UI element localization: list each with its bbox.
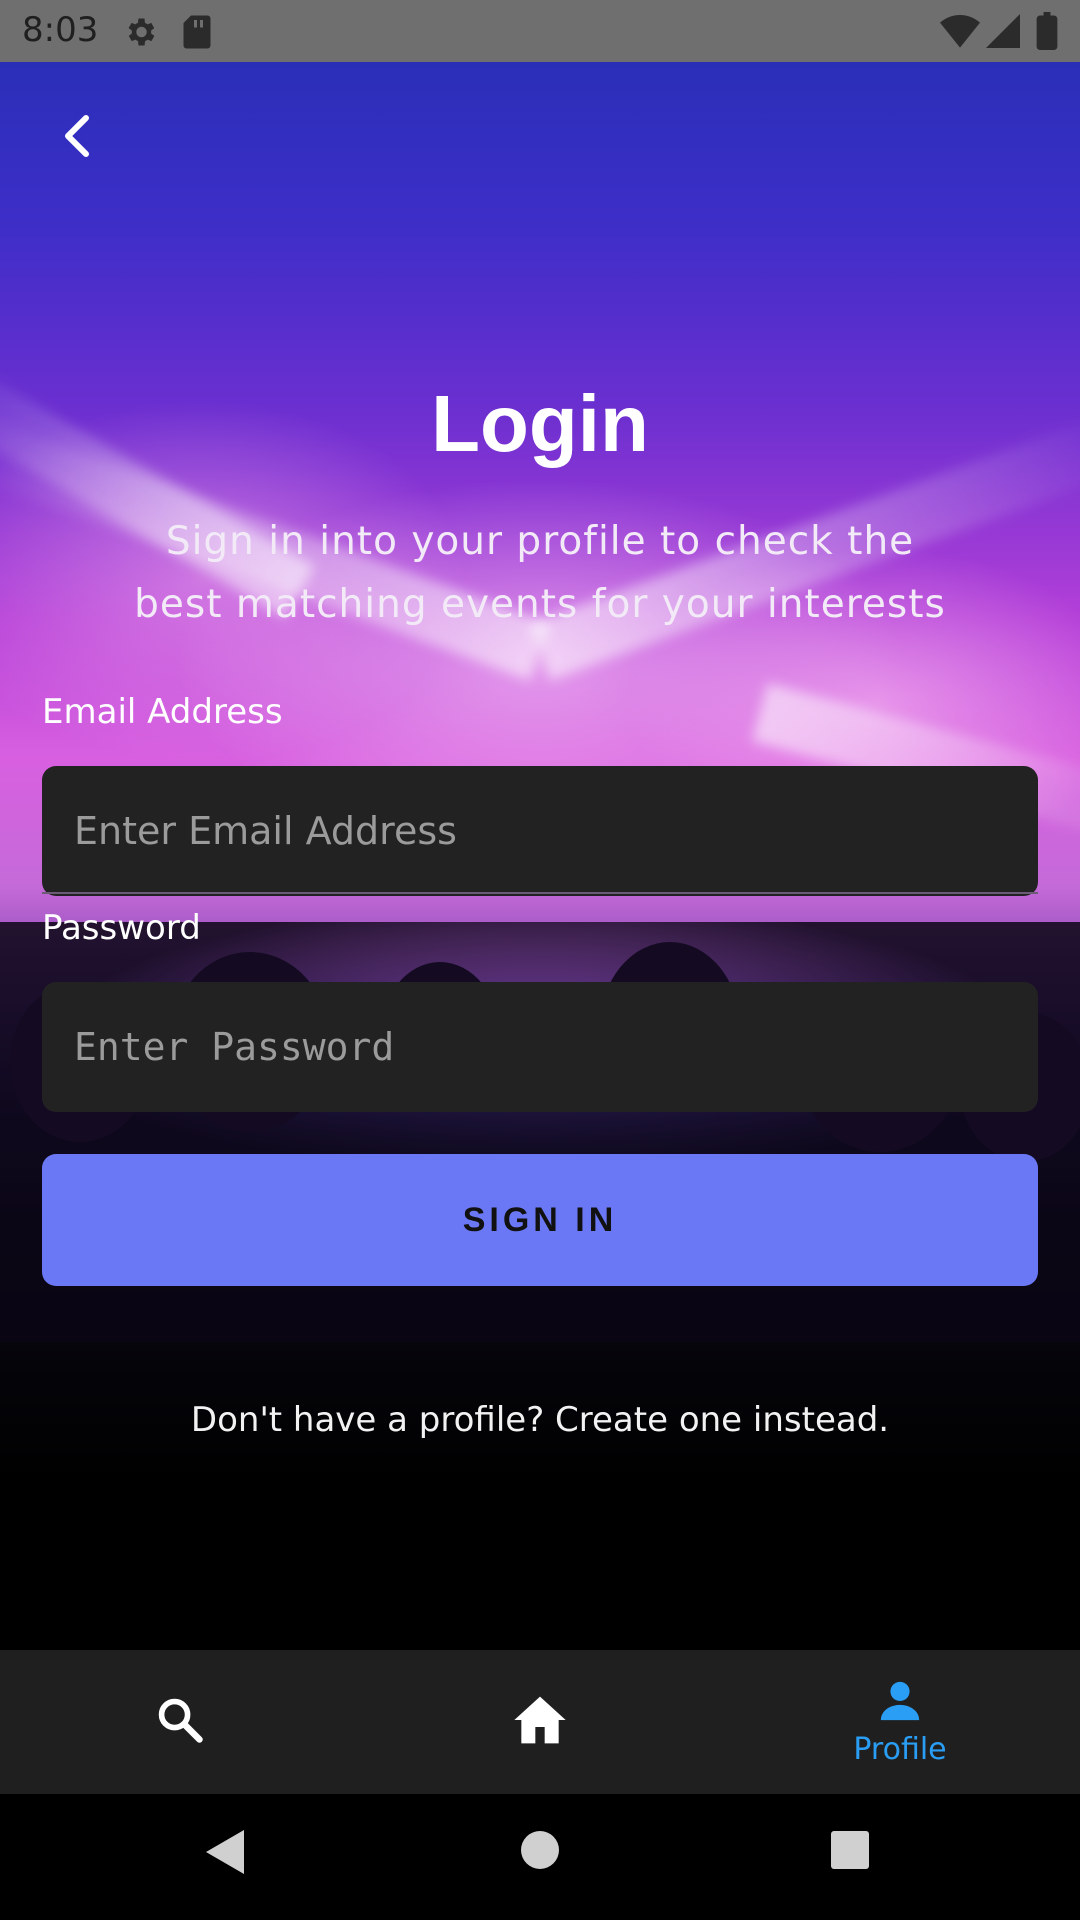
gear-icon xyxy=(122,14,158,54)
home-circle-icon[interactable] xyxy=(520,1830,560,1874)
wifi-icon xyxy=(940,14,980,52)
password-field[interactable] xyxy=(42,982,1038,1112)
bottom-navigation: Profile xyxy=(0,1650,1080,1794)
email-underline xyxy=(42,892,1038,894)
home-icon xyxy=(512,1694,568,1750)
page-title: Login xyxy=(431,379,649,468)
nav-item-search[interactable] xyxy=(60,1650,300,1794)
create-profile-link[interactable]: Don't have a profile? Create one instead… xyxy=(0,1400,1080,1440)
status-time: 8:03 xyxy=(22,10,99,50)
sign-in-button[interactable]: SIGN IN xyxy=(42,1154,1038,1286)
chevron-left-icon xyxy=(62,114,92,162)
nav-label-profile: Profile xyxy=(853,1731,947,1767)
page-subtitle: Sign in into your profile to check the b… xyxy=(134,519,946,627)
system-navigation-bar xyxy=(0,1794,1080,1920)
sd-card-icon xyxy=(182,14,212,54)
password-label: Password xyxy=(42,908,201,948)
recents-square-icon[interactable] xyxy=(830,1830,870,1874)
email-field[interactable] xyxy=(42,766,1038,896)
back-triangle-icon[interactable] xyxy=(204,1828,246,1880)
nav-item-profile[interactable]: Profile xyxy=(780,1650,1020,1794)
signal-icon xyxy=(986,14,1020,52)
battery-icon xyxy=(1036,12,1058,54)
search-icon xyxy=(154,1694,206,1750)
person-icon xyxy=(877,1678,923,1728)
status-bar: 8:03 xyxy=(0,0,1080,62)
back-button[interactable] xyxy=(52,108,102,168)
sign-in-label: SIGN IN xyxy=(462,1200,618,1239)
nav-item-home[interactable] xyxy=(420,1650,660,1794)
email-label: Email Address xyxy=(42,692,283,732)
